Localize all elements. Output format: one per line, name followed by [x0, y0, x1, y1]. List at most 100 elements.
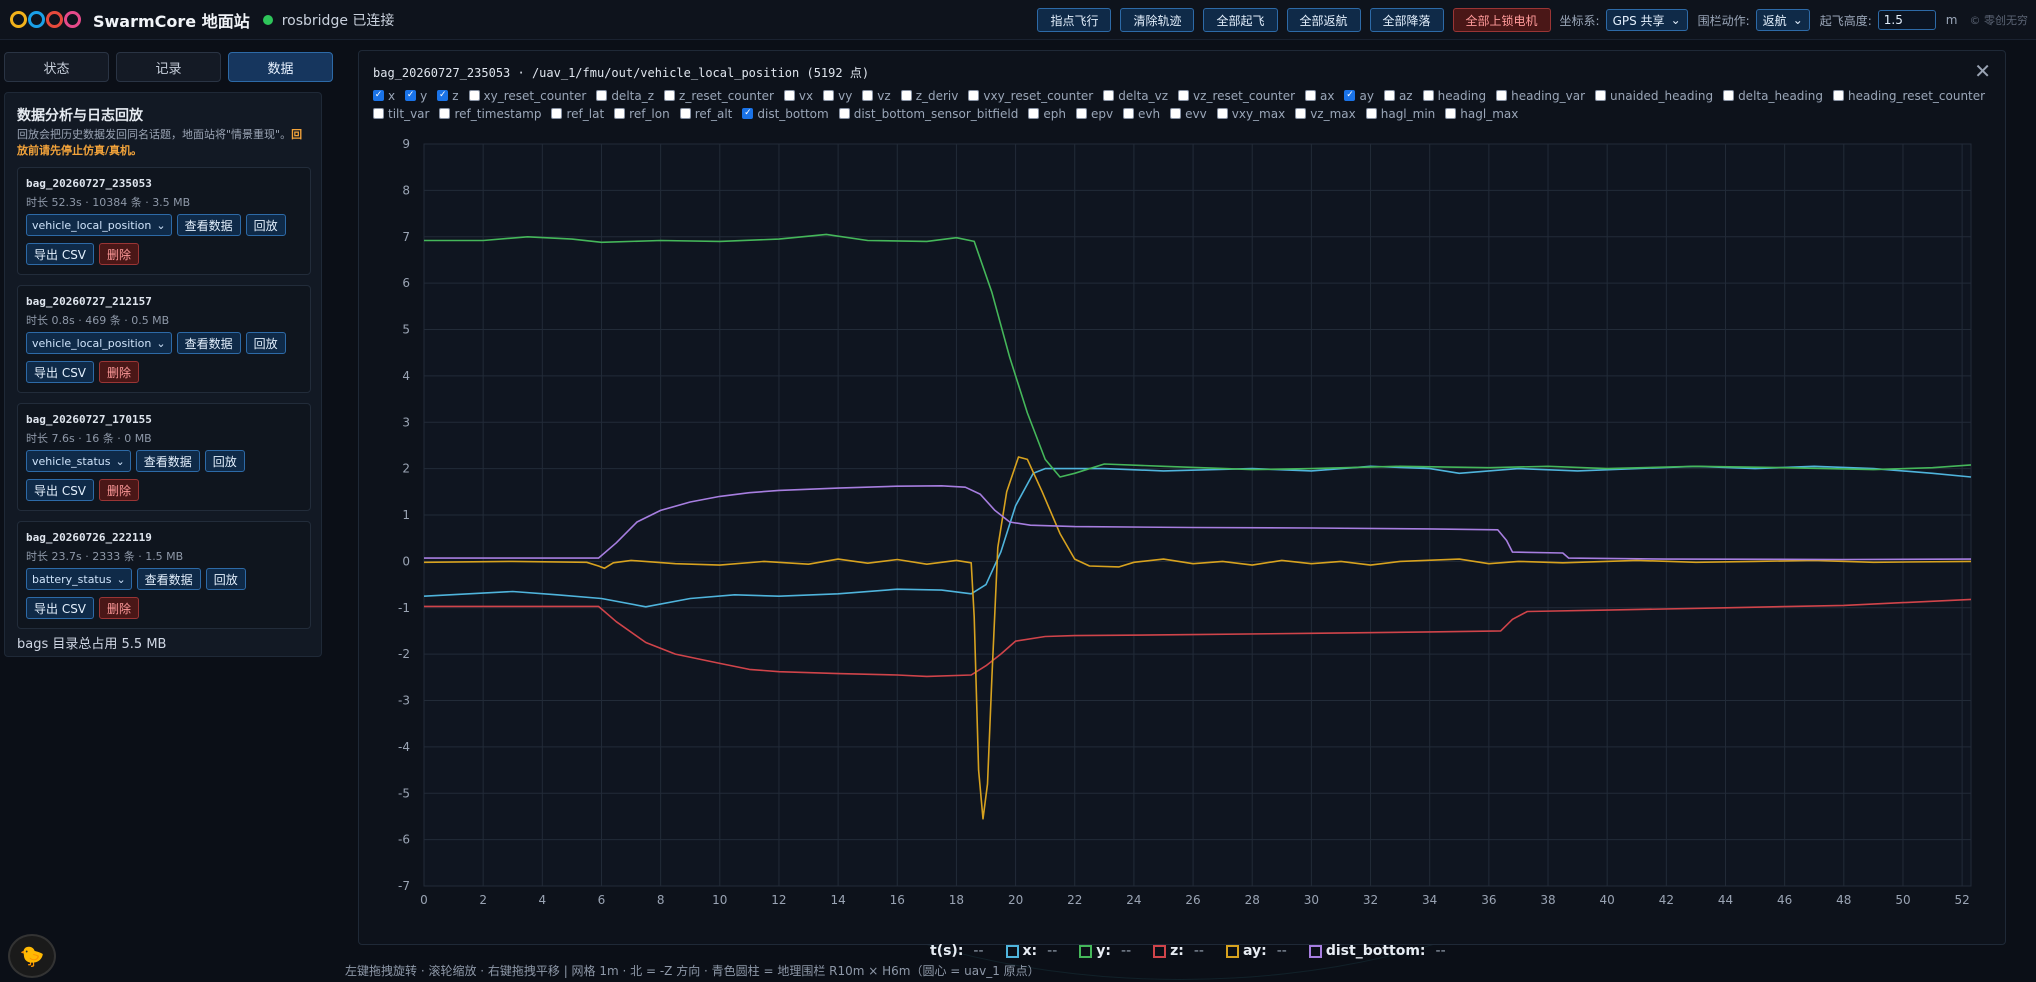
- land-all-button[interactable]: 全部降落: [1369, 8, 1444, 32]
- export-csv-button[interactable]: 导出 CSV: [26, 597, 95, 619]
- line-chart[interactable]: 0 2 4 6 8 10 12 14 16 18 20 22 24 26 28 30 32 34 36 38 40 42 4…: [359, 51, 2007, 946]
- toolbar: 指点飞行 清除轨迹 全部起飞 全部返航 全部降落 全部上锁电机 坐标系: GPS…: [1037, 0, 2036, 40]
- return-all-button[interactable]: 全部返航: [1286, 8, 1361, 32]
- bag-card: bag_20260726_222119 时长 23.7s · 2333 条 · …: [17, 521, 311, 629]
- x-tick-label: 38: [1540, 893, 1555, 907]
- legend-series-name: y:: [1096, 943, 1112, 959]
- topic-select-value: vehicle_local_position: [32, 218, 152, 232]
- tab-data[interactable]: 数据: [228, 52, 333, 82]
- chevron-down-icon: ⌄: [115, 454, 125, 468]
- bag-name: bag_20260727_170155: [26, 413, 152, 426]
- legend-series-value: --: [1276, 943, 1287, 959]
- point-fly-button[interactable]: 指点飞行: [1037, 8, 1112, 32]
- y-tick-label: -6: [398, 833, 410, 847]
- delete-button[interactable]: 删除: [99, 243, 140, 265]
- export-csv-button[interactable]: 导出 CSV: [26, 243, 95, 265]
- legend-time-label: t(s):: [930, 943, 964, 959]
- delete-button[interactable]: 删除: [99, 361, 140, 383]
- alt-unit: m: [1945, 13, 1958, 27]
- y-tick-label: 3: [402, 415, 410, 429]
- replay-button[interactable]: 回放: [205, 568, 246, 590]
- app-logo: [10, 11, 81, 28]
- legend-time-value: --: [973, 943, 984, 959]
- x-tick-label: 0: [420, 893, 428, 907]
- takeoff-alt-label: 起飞高度:: [1819, 13, 1872, 28]
- legend-time: t(s): --: [930, 943, 984, 959]
- x-tick-label: 40: [1600, 893, 1615, 907]
- coord-select-value: GPS 共享: [1612, 13, 1665, 28]
- topic-select-value: battery_status: [32, 572, 112, 586]
- x-tick-label: 34: [1422, 893, 1437, 907]
- x-tick-label: 42: [1659, 893, 1674, 907]
- x-tick-label: 10: [712, 893, 727, 907]
- topic-select[interactable]: vehicle_local_position ⌄: [26, 214, 172, 236]
- avatar[interactable]: 🐤: [8, 934, 56, 978]
- topic-select[interactable]: battery_status ⌄: [26, 568, 132, 590]
- legend-series-value: --: [1121, 943, 1132, 959]
- legend-swatch: [1225, 944, 1239, 958]
- y-tick-label: 2: [402, 462, 410, 476]
- logo-ring-icon: [10, 11, 27, 28]
- chart-modal: bag_20260727_235053 · /uav_1/fmu/out/veh…: [358, 50, 2006, 945]
- x-tick-label: 52: [1954, 893, 1969, 907]
- y-tick-label: -7: [398, 879, 410, 893]
- legend-series-name: ay:: [1242, 943, 1267, 959]
- x-tick-label: 4: [538, 893, 546, 907]
- takeoff-alt-input[interactable]: 1.5: [1877, 10, 1936, 30]
- y-tick-label: -5: [398, 786, 410, 800]
- legend-item: x: --: [1005, 943, 1057, 959]
- y-tick-label: -1: [398, 601, 410, 615]
- x-tick-label: 6: [598, 893, 606, 907]
- x-tick-label: 28: [1245, 893, 1260, 907]
- view-data-button[interactable]: 查看数据: [136, 568, 201, 590]
- delete-button[interactable]: 删除: [99, 597, 140, 619]
- tab-records[interactable]: 记录: [116, 52, 221, 82]
- disarm-all-button[interactable]: 全部上锁电机: [1452, 8, 1551, 32]
- legend-series-name: dist_bottom:: [1325, 943, 1426, 959]
- x-tick-label: 36: [1481, 893, 1496, 907]
- legend-swatch: [1005, 944, 1019, 958]
- coord-select[interactable]: GPS 共享 ⌄: [1605, 9, 1688, 31]
- replay-button[interactable]: 回放: [245, 332, 286, 354]
- top-bar: SwarmCore 地面站 rosbridge 已连接 指点飞行 清除轨迹 全部…: [0, 0, 2036, 40]
- topic-select[interactable]: vehicle_local_position ⌄: [26, 332, 172, 354]
- connection-status-dot: [262, 14, 273, 25]
- coord-label: 坐标系:: [1559, 13, 1600, 28]
- logo-ring-icon: [64, 11, 81, 28]
- topic-select[interactable]: vehicle_status ⌄: [26, 450, 131, 472]
- clear-track-button[interactable]: 清除轨迹: [1120, 8, 1195, 32]
- connection-status: rosbridge 已连接: [281, 12, 395, 29]
- view-data-button[interactable]: 查看数据: [176, 332, 241, 354]
- bag-name: bag_20260726_222119: [26, 531, 152, 544]
- legend-swatch: [1079, 944, 1093, 958]
- view-data-button[interactable]: 查看数据: [176, 214, 241, 236]
- takeoff-all-button[interactable]: 全部起飞: [1203, 8, 1278, 32]
- fence-action-select[interactable]: 返航 ⌄: [1755, 9, 1810, 31]
- logo-ring-icon: [46, 11, 63, 28]
- x-tick-label: 20: [1008, 893, 1023, 907]
- export-csv-button[interactable]: 导出 CSV: [26, 361, 95, 383]
- topic-select-value: vehicle_local_position: [32, 336, 152, 350]
- x-tick-label: 46: [1777, 893, 1792, 907]
- view-data-button[interactable]: 查看数据: [135, 450, 200, 472]
- replay-button[interactable]: 回放: [245, 214, 286, 236]
- panel-title: 数据分析与日志回放: [17, 108, 143, 124]
- tab-status[interactable]: 状态: [4, 52, 109, 82]
- y-tick-label: -4: [398, 740, 410, 754]
- side-tabs: 状态 记录 数据: [4, 52, 333, 82]
- fence-action-label: 围栏动作:: [1697, 13, 1750, 28]
- chevron-down-icon: ⌄: [1792, 13, 1803, 27]
- x-tick-label: 44: [1718, 893, 1733, 907]
- legend-item: y: --: [1079, 943, 1131, 959]
- x-tick-label: 24: [1126, 893, 1141, 907]
- x-tick-label: 32: [1363, 893, 1378, 907]
- fence-action-value: 返航: [1762, 13, 1787, 28]
- chevron-down-icon: ⌄: [156, 336, 166, 350]
- x-tick-label: 22: [1067, 893, 1082, 907]
- chart-legend: t(s): -- x: -- y: -- z: -- ay: -- dist_bottom: --: [930, 943, 1468, 959]
- delete-button[interactable]: 删除: [99, 479, 140, 501]
- y-tick-label: -3: [398, 694, 410, 708]
- replay-button[interactable]: 回放: [204, 450, 245, 472]
- y-tick-label: 6: [402, 276, 410, 290]
- export-csv-button[interactable]: 导出 CSV: [26, 479, 95, 501]
